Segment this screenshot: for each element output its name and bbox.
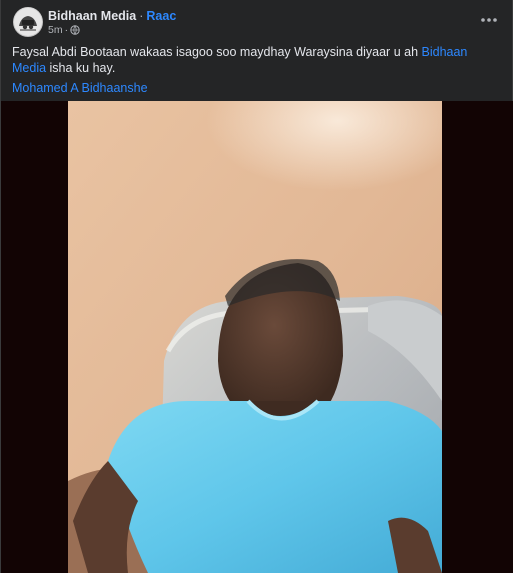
meta-separator: ·	[64, 24, 69, 36]
more-horizontal-icon	[481, 18, 497, 22]
author-line: Bidhaan Media · Raac	[48, 8, 176, 24]
avatar[interactable]	[13, 7, 43, 37]
post-media	[1, 101, 513, 573]
post-header: Bidhaan Media · Raac 5m ·	[1, 0, 513, 42]
author-credit-link[interactable]: Mohamed A Bidhaanshe	[12, 80, 148, 96]
post-photo[interactable]	[68, 101, 442, 573]
follow-button[interactable]: Raac	[146, 9, 176, 23]
globe-icon[interactable]	[70, 25, 80, 35]
caption-text: Faysal Abdi Bootaan wakaas isagoo soo ma…	[12, 45, 422, 59]
author-name[interactable]: Bidhaan Media	[48, 9, 136, 23]
more-options-button[interactable]	[478, 10, 500, 30]
separator-dot: ·	[139, 9, 144, 23]
post-caption: Faysal Abdi Bootaan wakaas isagoo soo ma…	[12, 44, 492, 76]
post-timestamp[interactable]: 5m	[48, 24, 63, 36]
post-meta: 5m ·	[48, 24, 80, 36]
avatar-logo-icon	[14, 8, 42, 36]
feed-post: Bidhaan Media · Raac 5m · Faysal Abdi Bo…	[0, 0, 513, 573]
caption-suffix: isha ku hay.	[46, 61, 116, 75]
